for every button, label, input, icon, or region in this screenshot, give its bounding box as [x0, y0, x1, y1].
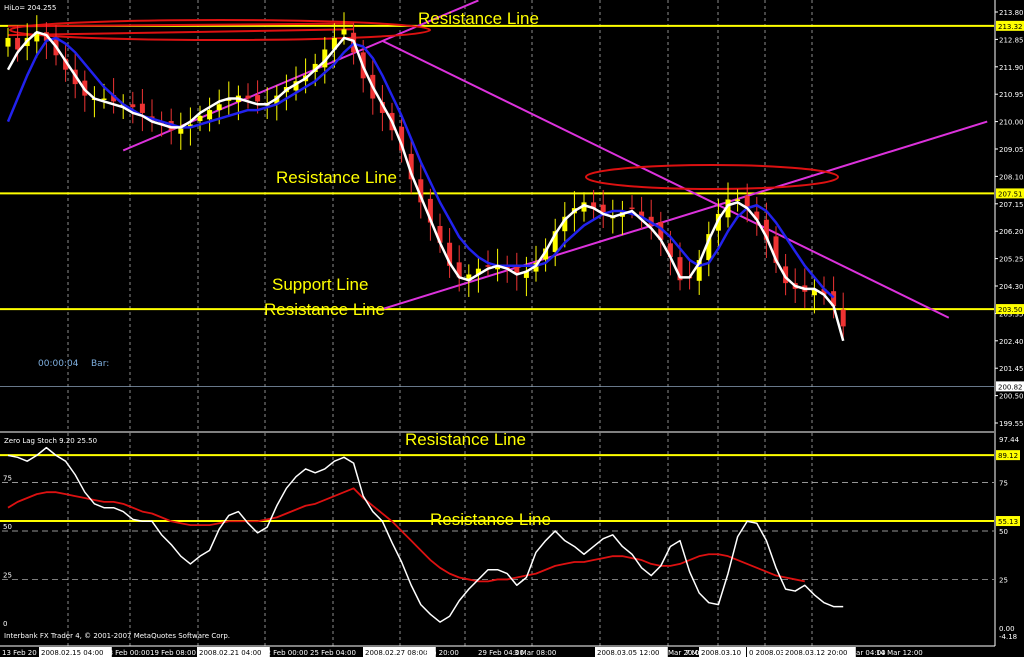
candle-body: [15, 37, 21, 50]
bar-label: Bar:: [91, 359, 109, 369]
osc-tick-label: 0.00: [999, 625, 1015, 633]
candle-body: [216, 104, 222, 111]
candle-body: [341, 29, 347, 35]
timer-text: 00:00:04: [38, 359, 79, 369]
osc-resistance-label-top: Resistance Line: [405, 430, 526, 449]
price-tick-label: 204.30: [999, 283, 1024, 291]
oscillator-title: Zero Lag Stoch 9.20 25.50: [4, 437, 97, 445]
time-label: 2008.02.21 04:00: [199, 649, 261, 657]
price-tick-label: 207.15: [999, 201, 1024, 209]
time-label: 2008.03.05 12:00: [597, 649, 659, 657]
price-tick-label: 205.25: [999, 256, 1024, 264]
time-label: 18 Feb 00:00: [104, 649, 150, 657]
time-label: 22 Feb 00:00: [262, 649, 308, 657]
osc-left-tick-label: 25: [3, 571, 12, 579]
time-label: 19 Feb 08:00: [150, 649, 196, 657]
price-tick-label: 202.40: [999, 338, 1024, 346]
candle-body: [735, 199, 741, 201]
price-tick-label: 209.05: [999, 146, 1024, 154]
candle-body: [629, 207, 635, 210]
candle-body: [840, 309, 846, 327]
candle-body: [130, 104, 136, 108]
resistance-label-top: Resistance Line: [418, 9, 539, 28]
price-tick-label: 199.55: [999, 420, 1024, 428]
resistance-label-low: Resistance Line: [264, 300, 385, 319]
price-tick-label: 210.00: [999, 119, 1024, 127]
chart-background: [0, 0, 1024, 657]
candle-body: [245, 95, 251, 99]
osc-left-tick-label: 50: [3, 523, 12, 531]
current-price-tag-label: 200.82: [998, 383, 1023, 391]
level-tag-label: 213.32: [998, 23, 1023, 31]
price-tick-label: 208.10: [999, 173, 1024, 181]
candle-body: [197, 115, 203, 122]
time-label: 14 Mar 12:00: [876, 649, 923, 657]
osc-tick-label: -4.18: [999, 633, 1017, 641]
osc-tick-label: 97.44: [999, 436, 1020, 444]
time-label: 2008.02.15 04:00: [41, 649, 103, 657]
time-label: Feb 20:00: [424, 649, 459, 657]
candle-body: [5, 37, 11, 47]
time-label: 2008.02.27 08:00: [365, 649, 427, 657]
time-label: 2008.03.12 20:00: [785, 649, 847, 657]
price-tick-label: 206.20: [999, 228, 1024, 236]
price-tick-label: 211.90: [999, 64, 1024, 72]
osc-level-tag-label: 89.12: [998, 452, 1018, 460]
price-tick-label: 200.50: [999, 393, 1024, 401]
osc-tick-label: 25: [999, 576, 1008, 584]
price-tick-label: 213.80: [999, 9, 1024, 17]
osc-tick-label: 75: [999, 480, 1008, 488]
price-tick-label: 212.85: [999, 36, 1024, 44]
osc-tick-label: 50: [999, 528, 1008, 536]
level-tag-label: 203.50: [998, 306, 1023, 314]
resistance-label-mid: Resistance Line: [276, 168, 397, 187]
osc-level-tag-label: 55.13: [998, 518, 1018, 526]
candle-body: [255, 95, 261, 102]
copyright-footer: Interbank FX Trader 4, © 2001-2007 MetaQ…: [4, 632, 230, 640]
osc-resistance-label-bottom: Resistance Line: [430, 510, 551, 529]
price-tick-label: 210.95: [999, 91, 1024, 99]
candle-body: [485, 265, 491, 267]
hilo-label: HiLo= 204.255: [4, 4, 56, 12]
time-label: 25 Feb 04:00: [310, 649, 356, 657]
candle-body: [207, 110, 213, 120]
osc-left-tick-label: 75: [3, 475, 12, 483]
trading-chart: HiLo= 204.255 00:00:04 Bar: Resistance L…: [0, 0, 1024, 657]
level-tag-label: 207.51: [998, 190, 1023, 198]
time-label: 2008.03.10: [701, 649, 741, 657]
candle-body: [139, 103, 145, 113]
time-label: 3 Mar 08:00: [514, 649, 556, 657]
osc-left-tick-label: 0: [3, 620, 7, 628]
time-label: 13 Feb 20: [2, 649, 37, 657]
support-label: Support Line: [272, 275, 368, 294]
price-tick-label: 201.45: [999, 365, 1024, 373]
